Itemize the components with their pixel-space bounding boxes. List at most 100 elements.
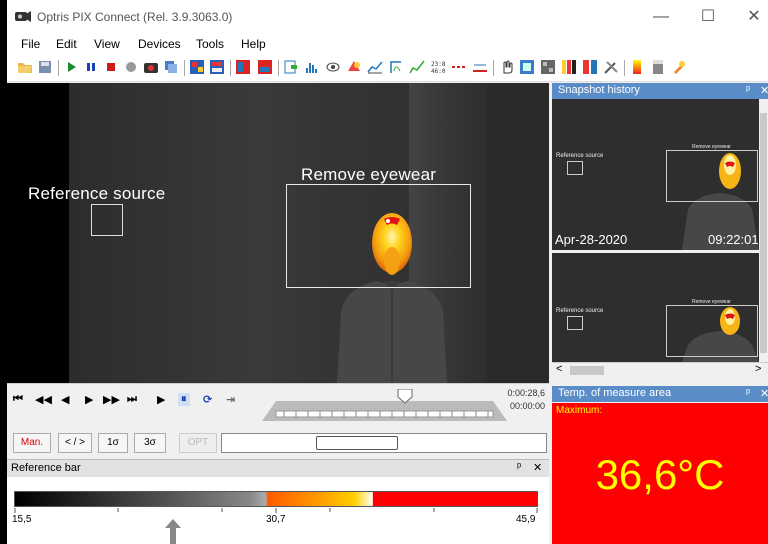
total-time: 0:00:28,6 xyxy=(507,388,545,398)
step-back-button[interactable]: ◀ xyxy=(61,393,69,406)
reference-bar-close-icon[interactable]: ✕ xyxy=(533,461,542,474)
scroll-left-arrow-icon[interactable]: < xyxy=(556,363,562,375)
snapshot-reference-box xyxy=(567,316,583,330)
pause-button[interactable]: ⏸ xyxy=(178,393,190,406)
line-chart-icon[interactable] xyxy=(367,59,383,75)
layout-d-icon[interactable] xyxy=(257,59,273,75)
profile-icon[interactable] xyxy=(388,59,404,75)
play-button[interactable]: ▶ xyxy=(157,393,165,406)
copy-image-icon[interactable] xyxy=(163,59,179,75)
letterbox-left xyxy=(7,83,69,383)
menu-devices[interactable]: Devices xyxy=(138,37,181,51)
last-frame-button[interactable]: ⏭ xyxy=(127,393,137,406)
three-sigma-button[interactable]: 3σ xyxy=(134,433,166,453)
palette-icon[interactable] xyxy=(346,59,362,75)
settings-tools-icon[interactable] xyxy=(671,59,687,75)
snapshot-date: Apr-28-2020 xyxy=(555,232,628,247)
app-window: Optris PIX Connect (Rel. 3.9.3063.0) — ☐… xyxy=(7,0,768,544)
first-frame-button[interactable]: ⏮ xyxy=(13,393,23,406)
snapshot-scroll-thumb[interactable] xyxy=(760,113,767,353)
title-bar: Optris PIX Connect (Rel. 3.9.3063.0) — ☐… xyxy=(7,0,768,34)
histogram-icon[interactable] xyxy=(304,59,320,75)
reference-marker-arrow-icon xyxy=(165,519,181,544)
colorbar-mid-label: 30,7 xyxy=(266,514,286,525)
reference-bar-pin-icon[interactable]: ᵖ xyxy=(517,461,521,473)
open-folder-icon[interactable] xyxy=(17,59,33,75)
scale-range-slider[interactable] xyxy=(221,433,547,453)
measure-area-box[interactable] xyxy=(286,184,471,288)
snapshot-history-title: Snapshot history xyxy=(558,84,640,96)
manual-scale-button[interactable]: Man. xyxy=(13,433,51,453)
maximize-button[interactable]: ☐ xyxy=(693,6,723,28)
split-palette-icon[interactable] xyxy=(582,59,598,75)
export-icon[interactable] xyxy=(283,59,299,75)
snapshot-item[interactable]: Reference source Remove eyewear xyxy=(552,253,759,362)
loop-button[interactable]: ⟳ xyxy=(203,393,212,406)
close-button[interactable]: ✕ xyxy=(739,6,768,28)
thermal-video-view[interactable]: Reference source Remove eyewear xyxy=(7,83,549,383)
save-icon[interactable] xyxy=(37,59,53,75)
horizontal-scroll-thumb[interactable] xyxy=(570,366,604,375)
reference-source-label: Reference source xyxy=(28,184,166,203)
stop-icon[interactable] xyxy=(103,59,119,75)
digital-readout-icon[interactable]: 23:846:0 xyxy=(430,59,446,75)
play-icon[interactable] xyxy=(63,59,79,75)
tools-icon[interactable] xyxy=(603,59,619,75)
toolbar-separator xyxy=(493,60,494,76)
toolbar-separator xyxy=(278,60,279,76)
reference-source-box[interactable] xyxy=(91,204,123,236)
fullscreen-icon[interactable] xyxy=(519,59,535,75)
focus-icon[interactable] xyxy=(325,59,341,75)
menu-file[interactable]: File xyxy=(21,37,40,51)
snapshot-reference-label: Reference source xyxy=(556,153,604,159)
snapshot-camera-icon[interactable] xyxy=(143,59,159,75)
snapshot-reference-box xyxy=(567,161,583,175)
snapshot-measure-box xyxy=(666,305,758,357)
snapshot-horizontal-scrollbar[interactable]: < > xyxy=(552,362,768,377)
snapshot-vertical-scrollbar[interactable] xyxy=(759,99,768,362)
fast-rewind-button[interactable]: ◀◀ xyxy=(35,393,52,406)
menu-view[interactable]: View xyxy=(94,37,120,51)
minimize-button[interactable]: — xyxy=(646,6,676,28)
menu-edit[interactable]: Edit xyxy=(56,37,77,51)
layout-c-icon[interactable] xyxy=(235,59,251,75)
snapshot-item[interactable]: Reference source Remove eyewear Apr-28-2… xyxy=(552,99,759,250)
opt-button[interactable]: OPT xyxy=(179,433,217,453)
remove-eyewear-label: Remove eyewear xyxy=(301,165,437,184)
color-bars-icon[interactable] xyxy=(561,59,577,75)
measure-area-temperature-panel: Maximum: 36,6°C xyxy=(552,403,768,544)
range-icon[interactable] xyxy=(472,59,488,75)
step-forward-button[interactable]: ▶ xyxy=(85,393,93,406)
hand-cursor-icon[interactable] xyxy=(498,59,514,75)
playback-timeline[interactable] xyxy=(262,389,507,423)
menu-bar: File Edit View Devices Tools Help xyxy=(7,34,768,54)
menu-tools[interactable]: Tools xyxy=(196,37,224,51)
snapshot-history-pin-icon[interactable]: ᵖ xyxy=(746,84,750,96)
gray-scale-icon[interactable] xyxy=(650,59,666,75)
snapshot-history-close-icon[interactable]: ✕ xyxy=(760,84,768,97)
trend-icon[interactable] xyxy=(409,59,425,75)
one-sigma-button[interactable]: 1σ xyxy=(98,433,128,453)
snapshot-measure-box xyxy=(666,150,758,202)
range-scale-button[interactable]: < / > xyxy=(58,433,92,453)
reference-bar-title: Reference bar xyxy=(11,462,81,474)
svg-text:46:0: 46:0 xyxy=(431,68,446,75)
pause-icon[interactable] xyxy=(83,59,99,75)
reference-bar-header: Reference bar ᵖ ✕ xyxy=(7,459,549,477)
grid-icon[interactable] xyxy=(540,59,556,75)
playback-bar: ⏮ ◀◀ ◀ ▶ ▶▶ ⏭ ▶ ⏸ ⟳ ⇥ 0:00:28,6 00:00:00 xyxy=(7,383,549,429)
temperature-colorbar xyxy=(14,491,538,507)
measure-area-close-icon[interactable]: ✕ xyxy=(760,387,768,400)
fast-forward-button[interactable]: ▶▶ xyxy=(103,393,120,406)
layout-b-icon[interactable] xyxy=(209,59,225,75)
dashed-line-icon[interactable] xyxy=(451,59,467,75)
scale-range-thumb[interactable] xyxy=(316,436,398,450)
measure-area-header: Temp. of measure area ᵖ ✕ xyxy=(552,386,768,402)
gradient-bar-icon[interactable] xyxy=(629,59,645,75)
measure-area-pin-icon[interactable]: ᵖ xyxy=(746,387,750,399)
scroll-right-arrow-icon[interactable]: > xyxy=(755,363,761,375)
layout-a-icon[interactable] xyxy=(189,59,205,75)
range-button[interactable]: ⇥ xyxy=(226,393,235,406)
menu-help[interactable]: Help xyxy=(241,37,266,51)
record-icon[interactable] xyxy=(123,59,139,75)
